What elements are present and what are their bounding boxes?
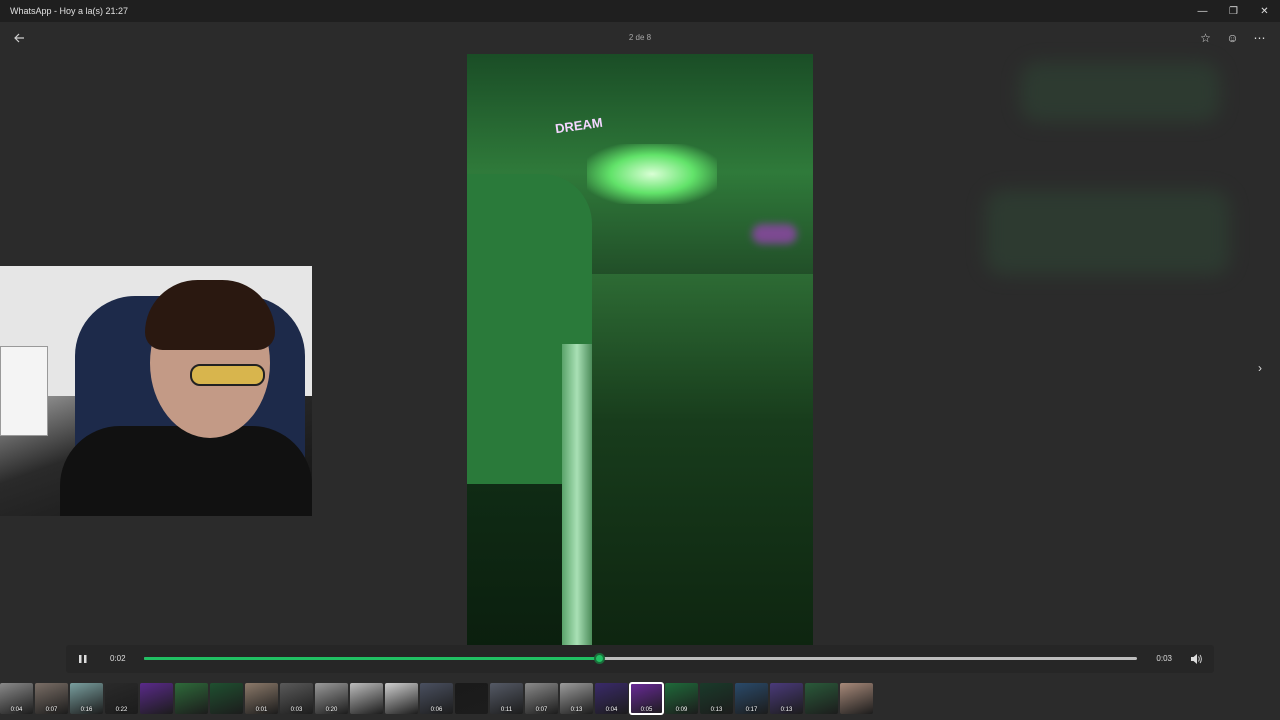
media-thumbnail[interactable]: 0:04 xyxy=(0,683,33,714)
media-thumbnail[interactable] xyxy=(350,683,383,714)
thumbnail-duration: 0:13 xyxy=(780,707,793,713)
media-thumbnail[interactable]: 0:11 xyxy=(490,683,523,714)
media-thumbnail[interactable]: 0:20 xyxy=(315,683,348,714)
thumbnail-duration: 0:22 xyxy=(115,707,128,713)
current-time: 0:02 xyxy=(110,654,126,663)
thumbnail-duration: 0:11 xyxy=(500,707,513,713)
media-thumbnail[interactable] xyxy=(210,683,243,714)
thumbnail-duration: 0:05 xyxy=(640,707,653,713)
media-thumbnail[interactable] xyxy=(840,683,873,714)
background-blur xyxy=(1020,62,1220,122)
viewer-actions: ☆ ☺ ⋯ xyxy=(1195,27,1270,48)
media-counter: 2 de 8 xyxy=(628,33,652,42)
media-thumbnail[interactable]: 0:04 xyxy=(595,683,628,714)
window-title: WhatsApp - Hoy a la(s) 21:27 xyxy=(10,6,129,16)
thumbnail-strip: 0:04 0:07 0:16 0:22 0:01 0:03 0:20 0:06 0:11 0:07… xyxy=(0,682,873,715)
pause-icon xyxy=(79,655,87,663)
viewer-toolbar: 2 de 8 ☆ ☺ ⋯ xyxy=(0,22,1280,54)
wall-poster xyxy=(0,346,48,436)
restore-button[interactable]: ❐ xyxy=(1218,0,1249,22)
media-thumbnail[interactable]: 0:07 xyxy=(525,683,558,714)
stage-lights xyxy=(587,144,717,204)
thumbnail-duration: 0:04 xyxy=(10,707,23,713)
video-frame[interactable]: DREAM xyxy=(467,54,813,646)
purple-light xyxy=(752,224,797,244)
media-thumbnail[interactable]: 0:13 xyxy=(700,683,733,714)
background-blur xyxy=(985,190,1230,275)
crowd xyxy=(582,274,813,646)
pause-button[interactable] xyxy=(74,651,92,667)
media-thumbnail[interactable] xyxy=(805,683,838,714)
media-thumbnail[interactable]: 0:06 xyxy=(420,683,453,714)
speaker-icon xyxy=(1191,654,1202,664)
media-thumbnail[interactable]: 0:16 xyxy=(70,683,103,714)
total-time: 0:03 xyxy=(1156,654,1172,663)
media-thumbnail[interactable] xyxy=(455,683,488,714)
media-thumbnail[interactable]: 0:05 xyxy=(629,682,664,715)
thumbnail-duration: 0:01 xyxy=(255,707,268,713)
window-controls: — ❐ ✕ xyxy=(1187,0,1280,22)
venue-sign: DREAM xyxy=(554,114,604,137)
thumbnail-duration: 0:13 xyxy=(570,707,583,713)
person-glasses xyxy=(190,364,265,386)
media-thumbnail[interactable]: 0:17 xyxy=(735,683,768,714)
close-button[interactable]: ✕ xyxy=(1249,0,1280,22)
media-thumbnail[interactable]: 0:03 xyxy=(280,683,313,714)
minimize-button[interactable]: — xyxy=(1187,0,1218,22)
media-thumbnail[interactable]: 0:07 xyxy=(35,683,68,714)
next-media-button[interactable]: › xyxy=(1252,360,1268,376)
thumbnail-duration: 0:07 xyxy=(535,707,548,713)
thumbnail-duration: 0:06 xyxy=(430,707,443,713)
thumbnail-duration: 0:09 xyxy=(675,707,688,713)
media-thumbnail[interactable]: 0:22 xyxy=(105,683,138,714)
more-options-icon[interactable]: ⋯ xyxy=(1249,27,1270,48)
thumbnail-duration: 0:03 xyxy=(290,707,303,713)
seek-handle[interactable] xyxy=(593,653,605,664)
media-thumbnail[interactable]: 0:01 xyxy=(245,683,278,714)
volume-button[interactable] xyxy=(1188,651,1204,667)
seek-bar[interactable] xyxy=(144,653,1137,664)
thumbnail-duration: 0:16 xyxy=(80,707,93,713)
media-thumbnail[interactable]: 0:09 xyxy=(665,683,698,714)
railing xyxy=(562,344,592,646)
media-thumbnail[interactable] xyxy=(175,683,208,714)
media-thumbnail[interactable] xyxy=(140,683,173,714)
thumbnail-duration: 0:17 xyxy=(745,707,758,713)
thumbnail-duration: 0:07 xyxy=(45,707,58,713)
star-icon[interactable]: ☆ xyxy=(1195,27,1216,48)
title-bar: WhatsApp - Hoy a la(s) 21:27 — ❐ ✕ xyxy=(0,0,1280,22)
seek-progress xyxy=(144,657,599,660)
player-controls: 0:02 0:03 xyxy=(66,645,1214,673)
person-shirt xyxy=(60,426,312,516)
thumbnail-duration: 0:13 xyxy=(710,707,723,713)
emoji-icon[interactable]: ☺ xyxy=(1222,27,1243,48)
media-thumbnail[interactable] xyxy=(385,683,418,714)
media-thumbnail[interactable]: 0:13 xyxy=(560,683,593,714)
thumbnail-duration: 0:04 xyxy=(605,707,618,713)
webcam-overlay xyxy=(0,266,312,516)
thumbnail-duration: 0:20 xyxy=(325,707,338,713)
media-thumbnail[interactable]: 0:13 xyxy=(770,683,803,714)
